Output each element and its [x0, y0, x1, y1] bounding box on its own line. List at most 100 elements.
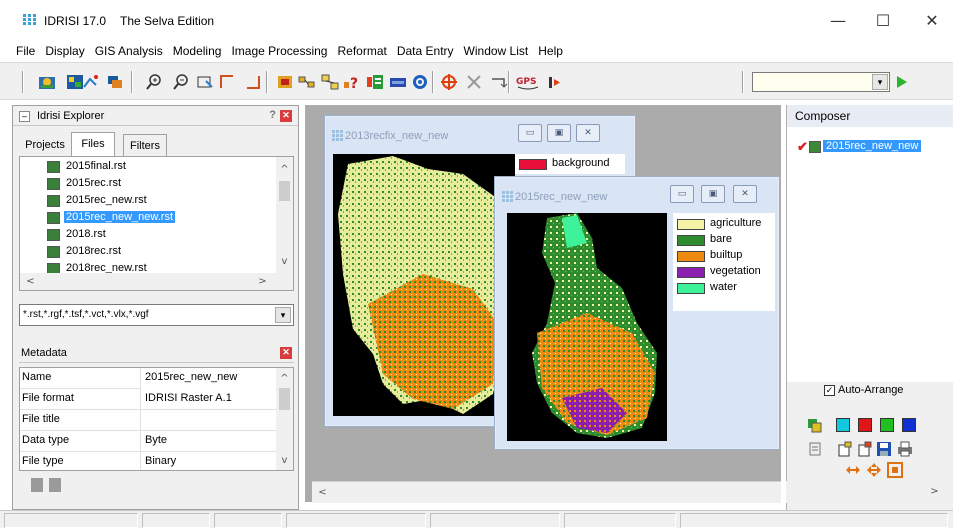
workspace-hscroll[interactable]: < [312, 481, 781, 503]
minimize-button[interactable]: — [818, 8, 858, 34]
menu-modeling[interactable]: Modeling [168, 40, 227, 58]
cursor-icon[interactable] [490, 73, 508, 91]
feature-icon[interactable] [244, 73, 262, 91]
collapse-icon[interactable]: – [19, 111, 30, 122]
tab-files[interactable]: Files [71, 132, 115, 156]
layer-up-icon[interactable] [836, 441, 852, 457]
checkmark-icon[interactable]: ✔ [797, 139, 808, 155]
scroll-left-icon[interactable]: < [22, 273, 39, 290]
revert-metadata-icon[interactable] [49, 478, 61, 492]
auto-arrange-checkbox[interactable]: ✓ Auto-Arrange [824, 384, 903, 396]
save-metadata-icon[interactable] [31, 478, 43, 492]
composer-hscroll[interactable]: > [786, 481, 953, 503]
resize-both-icon[interactable] [866, 462, 882, 478]
scroll-thumb[interactable] [279, 181, 290, 201]
menu-bar: File Display GIS Analysis Modeling Image Pro… [0, 40, 953, 62]
digitize-icon[interactable] [276, 73, 294, 91]
close-button[interactable]: ✕ [733, 185, 757, 203]
scroll-up-icon[interactable]: ^ [276, 161, 293, 178]
globe-icon[interactable] [411, 73, 429, 91]
palette-icon[interactable] [366, 73, 384, 91]
file-list-vscroll[interactable]: ^ v [276, 157, 293, 273]
print-icon[interactable] [897, 441, 913, 457]
toolbar: ? GPS ▾ [0, 62, 953, 100]
maximize-button[interactable]: ▣ [701, 185, 725, 203]
metadata-value[interactable]: 2015rec_new_new [140, 368, 278, 389]
metadata-vscroll[interactable]: ^ v [276, 368, 293, 470]
menu-image-processing[interactable]: Image Processing [226, 40, 332, 58]
menu-file[interactable]: File [0, 40, 40, 58]
maximize-button[interactable]: ▣ [547, 124, 571, 142]
scroll-up-icon[interactable]: ^ [276, 370, 293, 387]
minimize-button[interactable]: ▭ [518, 124, 542, 142]
cross-icon[interactable] [440, 73, 458, 91]
menu-reformat[interactable]: Reformat [332, 40, 391, 58]
zoom-in-icon[interactable] [145, 73, 163, 91]
map-window-2015[interactable]: 2015rec_new_new ▭ ▣ ✕ agriculture bare b… [494, 176, 780, 450]
save-icon[interactable] [876, 441, 892, 457]
move-icon[interactable] [465, 73, 483, 91]
layer-icon[interactable] [106, 73, 124, 91]
file-filter-select[interactable]: *.rst,*.rgf,*.tsf,*.vct,*.vlx,*.vgf ▾ [19, 304, 294, 326]
metadata-value[interactable] [140, 410, 278, 431]
pan-icon[interactable] [196, 73, 214, 91]
properties-icon[interactable] [807, 441, 823, 457]
checkbox-icon[interactable]: ✓ [824, 385, 835, 396]
color-swatch-blue[interactable] [902, 418, 916, 432]
legend-swatch [677, 251, 705, 262]
status-cell [142, 513, 210, 528]
histogram-icon[interactable] [389, 73, 407, 91]
toolbar-separator [266, 71, 268, 93]
file-list-hscroll[interactable]: < > [20, 273, 293, 290]
scroll-down-icon[interactable]: v [276, 253, 293, 270]
resize-horizontal-icon[interactable] [845, 462, 861, 478]
menu-help[interactable]: Help [533, 40, 568, 58]
menu-display[interactable]: Display [40, 40, 89, 58]
close-button[interactable]: ✕ [912, 8, 952, 34]
chevron-down-icon[interactable]: ▾ [275, 307, 291, 323]
color-swatch-red[interactable] [858, 418, 872, 432]
tab-projects[interactable]: Projects [19, 134, 71, 156]
metadata-value[interactable]: Byte [140, 431, 278, 452]
add-layer-icon[interactable] [807, 418, 823, 434]
layer-down-icon[interactable] [856, 441, 872, 457]
maximize-button[interactable]: ☐ [863, 8, 903, 34]
color-swatch-green[interactable] [880, 418, 894, 432]
metadata-value[interactable]: Binary [140, 452, 278, 470]
tab-filters[interactable]: Filters [123, 134, 167, 156]
idrisi-explorer: – Idrisi Explorer ? ✕ Projects Files Fil… [12, 105, 299, 510]
metadata-close-icon[interactable]: ✕ [280, 347, 292, 359]
scroll-thumb[interactable] [279, 388, 290, 410]
menu-window-list[interactable]: Window List [459, 40, 534, 58]
close-button[interactable]: ✕ [576, 124, 600, 142]
map-canvas-2015[interactable] [507, 213, 667, 441]
run-icon[interactable] [897, 76, 907, 88]
query-icon[interactable]: ? [343, 73, 361, 91]
measure-icon[interactable] [218, 73, 236, 91]
toolbar-combo[interactable]: ▾ [752, 72, 890, 92]
zoom-out-icon[interactable] [172, 73, 190, 91]
chevron-down-icon[interactable]: ▾ [872, 74, 888, 90]
scroll-right-icon[interactable]: > [926, 483, 943, 500]
help-icon[interactable]: ? [269, 109, 276, 121]
file-name: 2018.rst [66, 228, 106, 240]
vector-icon[interactable] [82, 73, 100, 91]
scroll-right-icon[interactable]: > [254, 273, 271, 290]
map-canvas-2013[interactable] [333, 154, 515, 416]
metadata-value[interactable]: IDRISI Raster A.1 [140, 389, 278, 410]
scroll-down-icon[interactable]: v [276, 452, 293, 469]
gps-icon[interactable]: GPS [516, 73, 540, 91]
link-icon[interactable] [321, 73, 339, 91]
minimize-button[interactable]: ▭ [670, 185, 694, 203]
display-launcher-icon[interactable] [38, 73, 56, 91]
scroll-left-icon[interactable]: < [314, 484, 331, 501]
color-swatch-cyan[interactable] [836, 418, 850, 432]
menu-data-entry[interactable]: Data Entry [392, 40, 459, 58]
explorer-close-icon[interactable]: ✕ [280, 110, 292, 122]
group-icon[interactable] [298, 73, 316, 91]
fit-window-icon[interactable] [887, 462, 903, 478]
idrisi-logo-icon [22, 13, 37, 26]
map-window-title: 2015rec_new_new [515, 191, 608, 203]
menu-gis-analysis[interactable]: GIS Analysis [90, 40, 168, 58]
record-icon[interactable] [546, 73, 564, 91]
